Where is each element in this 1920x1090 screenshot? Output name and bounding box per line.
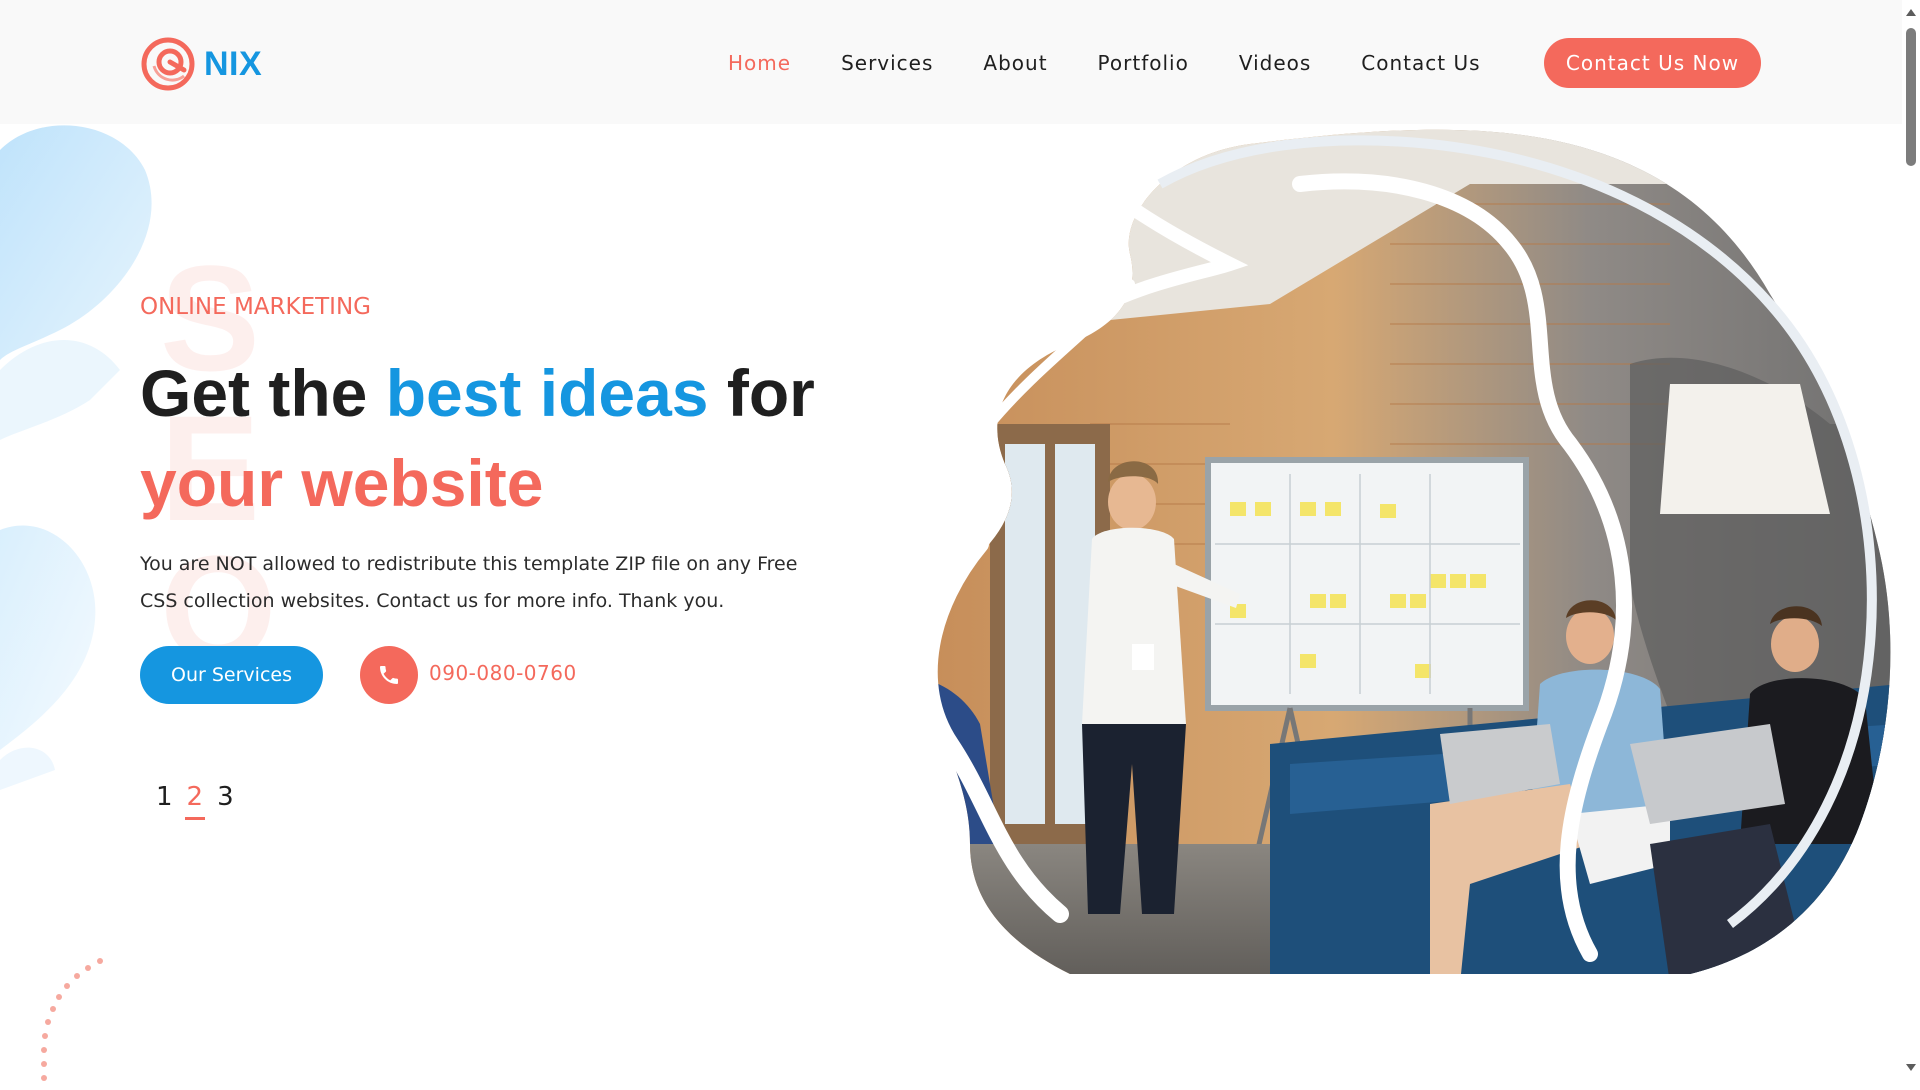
phone-button[interactable]	[360, 646, 418, 704]
brand-name: NIX	[204, 44, 263, 83]
main-nav: Home Services About Portfolio Videos Con…	[728, 48, 1481, 78]
site-header: NIX Home Services About Portfolio Videos…	[0, 0, 1902, 124]
nav-videos[interactable]: Videos	[1239, 48, 1311, 78]
phone-number-link[interactable]: 090-080-0760	[429, 661, 577, 685]
page-scrollbar[interactable]	[1902, 0, 1920, 1080]
background-blob-shapes	[0, 125, 152, 790]
our-services-button[interactable]: Our Services	[140, 646, 323, 704]
nix-logo-icon	[141, 37, 195, 91]
slide-page-1[interactable]: 1	[156, 780, 173, 814]
hero-description: You are NOT allowed to redistribute this…	[140, 553, 798, 612]
nav-contact-us[interactable]: Contact Us	[1361, 48, 1480, 78]
nav-home[interactable]: Home	[728, 48, 791, 78]
hero-eyebrow: ONLINE MARKETING	[140, 294, 371, 320]
scroll-up-arrow-icon[interactable]	[1906, 9, 1916, 16]
scroll-thumb[interactable]	[1906, 28, 1916, 166]
hero-title-part2: for	[708, 356, 815, 430]
hero-title-highlight-blue: best ideas	[385, 356, 709, 430]
slide-page-3[interactable]: 3	[217, 780, 234, 814]
phone-icon	[380, 666, 398, 684]
brand-logo[interactable]: NIX	[140, 36, 262, 92]
contact-us-now-button[interactable]: Contact Us Now	[1544, 38, 1761, 88]
hero-image-team-meeting	[919, 129, 1891, 975]
nav-services[interactable]: Services	[841, 48, 933, 78]
nav-about[interactable]: About	[983, 48, 1047, 78]
nav-portfolio[interactable]: Portfolio	[1098, 48, 1189, 78]
hero-title-part1: Get the	[140, 356, 386, 430]
slide-page-2[interactable]: 2	[184, 780, 205, 820]
slider-pagination: 1 2 3	[156, 780, 234, 820]
hero-title-highlight-coral: your website	[140, 446, 544, 520]
decorative-dots-arc	[41, 958, 103, 1081]
scroll-down-arrow-icon[interactable]	[1906, 1064, 1916, 1071]
hero-title: Get the best ideas for your website	[140, 348, 860, 528]
